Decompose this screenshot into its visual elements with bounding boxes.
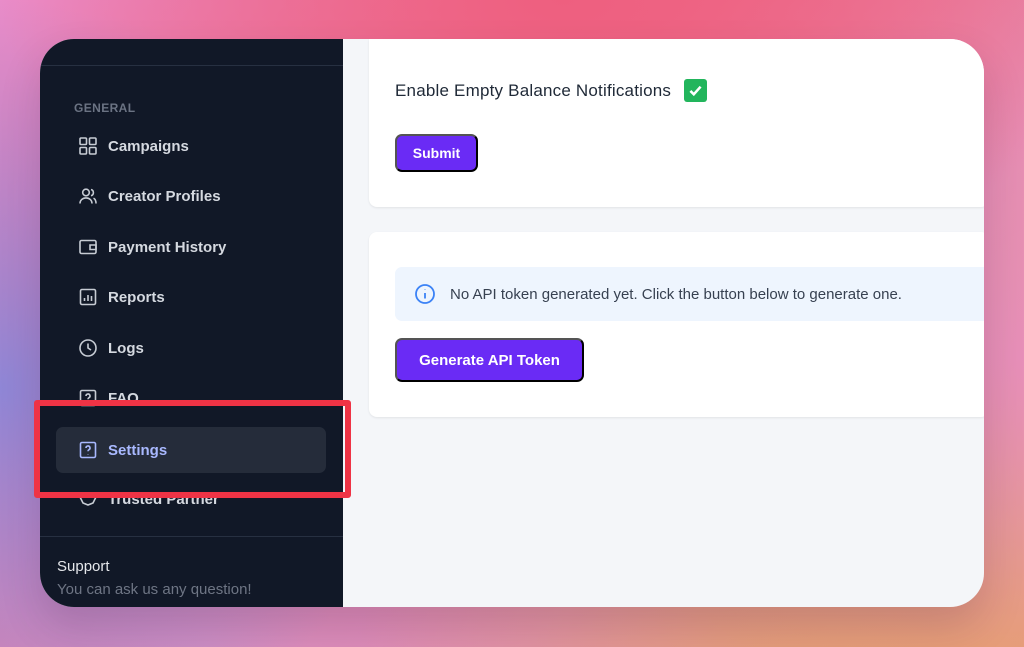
notifications-card: Enable Empty Balance Notifications Submi… <box>369 39 984 207</box>
support-title: Support <box>57 558 110 575</box>
app-window: GENERAL Campaigns Creator Profiles Payme… <box>40 39 984 607</box>
users-icon <box>78 186 98 206</box>
sidebar-item-label: Reports <box>108 288 165 306</box>
sidebar-item-label: Logs <box>108 339 144 357</box>
submit-button[interactable]: Submit <box>395 134 478 172</box>
main-content: Enable Empty Balance Notifications Submi… <box>343 39 984 607</box>
info-icon <box>415 284 435 304</box>
sidebar: GENERAL Campaigns Creator Profiles Payme… <box>40 39 343 607</box>
notification-checkbox[interactable] <box>684 79 708 102</box>
divider <box>40 65 343 66</box>
support-subtitle: You can ask us any question! <box>57 581 252 598</box>
sidebar-section-label: GENERAL <box>74 101 136 115</box>
checkmark-icon <box>689 85 702 97</box>
highlight-box <box>34 400 351 498</box>
info-alert: No API token generated yet. Click the bu… <box>395 267 984 321</box>
sidebar-item-reports[interactable]: Reports <box>56 274 326 320</box>
notification-setting-row: Enable Empty Balance Notifications <box>395 79 708 102</box>
sidebar-item-campaigns[interactable]: Campaigns <box>56 123 326 169</box>
notification-label: Enable Empty Balance Notifications <box>395 80 672 100</box>
sidebar-item-label: Payment History <box>108 238 227 256</box>
grid-icon <box>78 136 98 156</box>
sidebar-item-label: Creator Profiles <box>108 187 221 205</box>
generate-api-token-button[interactable]: Generate API Token <box>395 338 584 382</box>
info-message: No API token generated yet. Click the bu… <box>450 285 902 303</box>
sidebar-item-creator-profiles[interactable]: Creator Profiles <box>56 173 326 219</box>
sidebar-item-label: Campaigns <box>108 137 189 155</box>
chart-icon <box>78 287 98 307</box>
divider <box>40 536 343 537</box>
sidebar-item-payment-history[interactable]: Payment History <box>56 224 326 270</box>
wallet-icon <box>78 237 98 257</box>
api-token-card: No API token generated yet. Click the bu… <box>369 232 984 417</box>
sidebar-item-logs[interactable]: Logs <box>56 325 326 371</box>
clock-icon <box>78 338 98 358</box>
